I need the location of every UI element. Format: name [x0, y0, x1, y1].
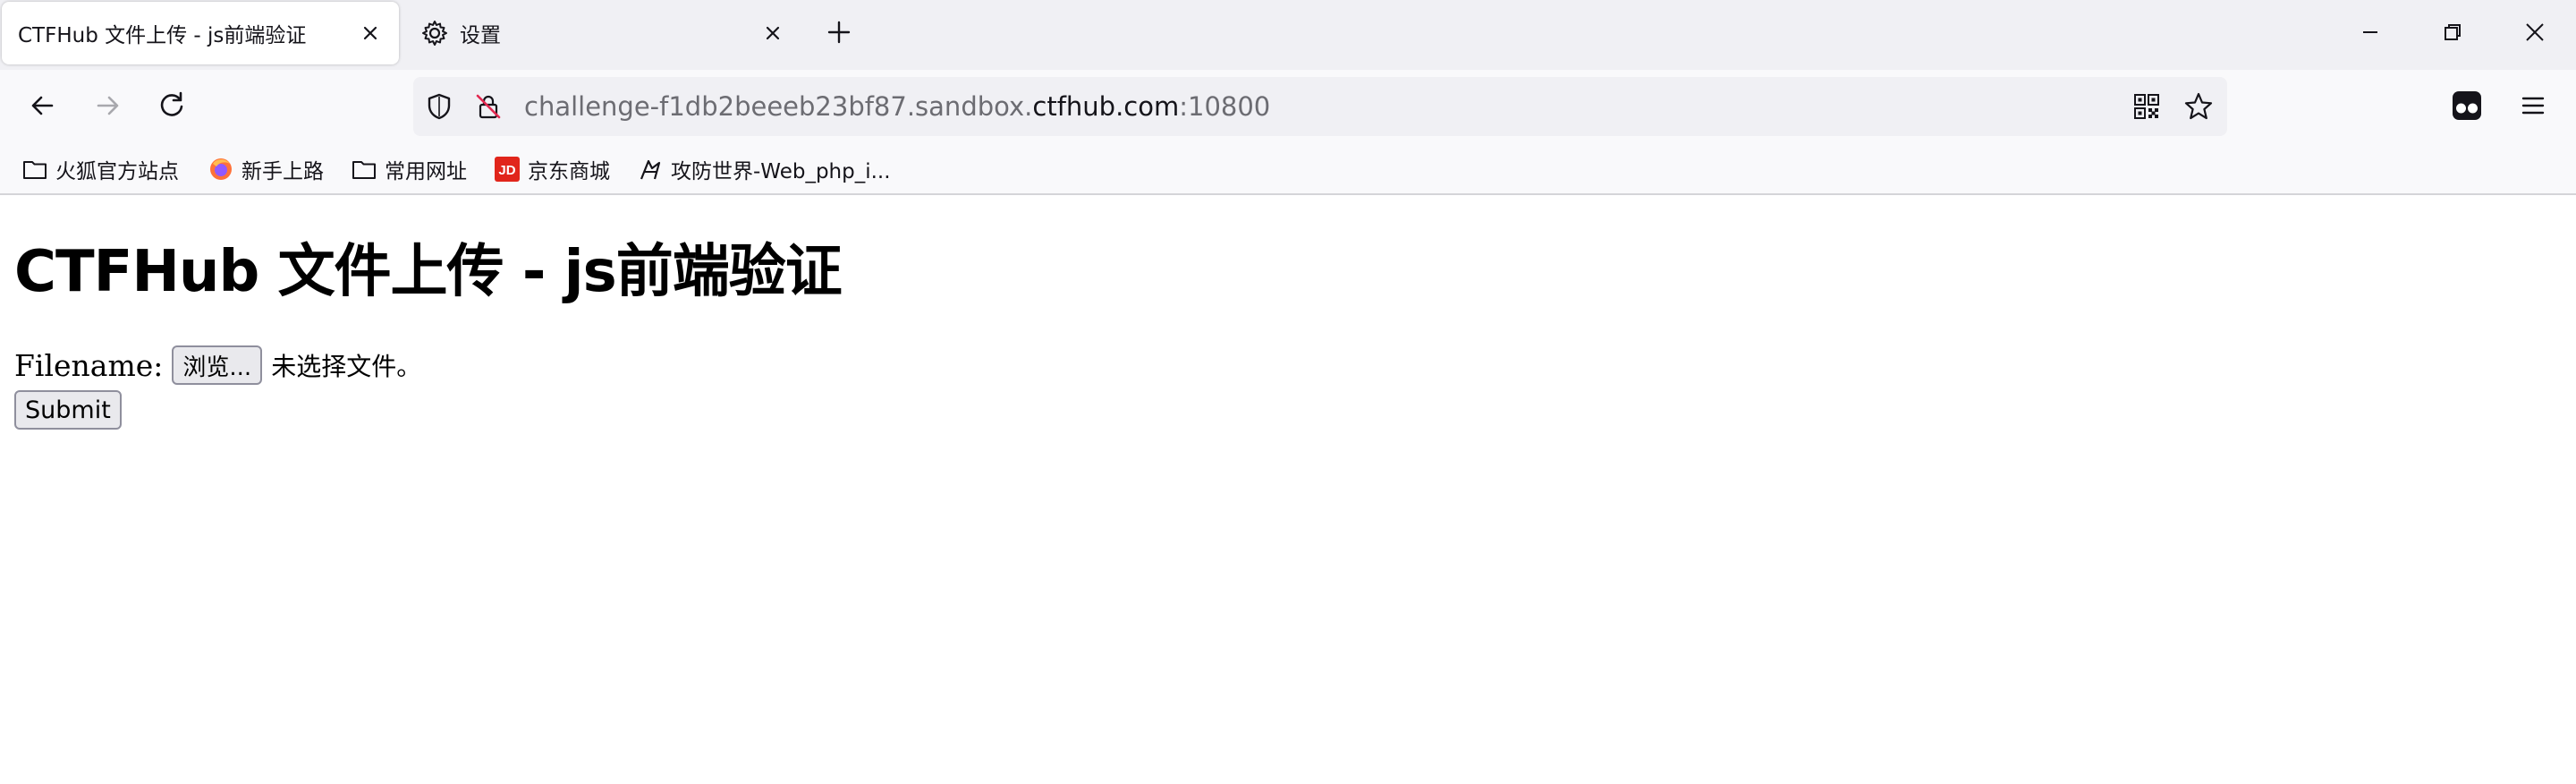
xctf-icon: [640, 159, 661, 180]
new-tab-icon[interactable]: [825, 18, 853, 47]
minimize-icon[interactable]: [2356, 18, 2385, 47]
url-port: :10800: [1179, 91, 1271, 122]
tab-ctfhub[interactable]: CTFHub 文件上传 - js前端验证: [2, 2, 399, 64]
url-domain: ctfhub.com: [1032, 91, 1180, 122]
bookmark-label: 火狐官方站点: [55, 160, 179, 183]
page-content: CTFHub 文件上传 - js前端验证 Filename: 浏览... 未选择…: [0, 195, 2576, 784]
browse-button[interactable]: 浏览...: [172, 345, 263, 385]
close-icon[interactable]: [760, 21, 785, 46]
svg-text:JD: JD: [498, 163, 515, 178]
jd-icon: JD: [495, 157, 520, 182]
submit-button[interactable]: Submit: [14, 390, 122, 430]
tampermonkey-extension-icon[interactable]: [2451, 89, 2483, 122]
restore-icon[interactable]: [2438, 18, 2467, 47]
bookmark-getting-started[interactable]: 新手上路: [208, 152, 324, 186]
bookmark-jd-mall[interactable]: JD 京东商城: [494, 152, 610, 186]
gear-icon: [422, 21, 447, 46]
bookmarks-toolbar: 火狐官方站点 新手上路 常用网址 JD 京东商城 攻防世界-Web_php_i.…: [0, 145, 2576, 195]
reload-icon[interactable]: [154, 88, 190, 124]
bookmark-star-icon[interactable]: [2182, 90, 2215, 123]
bookmark-label: 常用网址: [385, 160, 467, 183]
window-close-icon[interactable]: [2521, 18, 2549, 47]
tab-settings[interactable]: 设置: [406, 2, 785, 64]
close-icon[interactable]: [358, 21, 383, 46]
address-bar[interactable]: challenge-f1db2beeeb23bf87.sandbox.ctfhu…: [413, 77, 2227, 136]
folder-icon: [23, 161, 47, 179]
url-prefix: challenge-f1db2beeeb23bf87.sandbox.: [524, 91, 1033, 122]
url-text[interactable]: challenge-f1db2beeeb23bf87.sandbox.ctfhu…: [524, 89, 1270, 124]
filename-label: Filename:: [14, 347, 164, 383]
bookmark-common-sites[interactable]: 常用网址: [351, 152, 467, 186]
navigation-toolbar: challenge-f1db2beeeb23bf87.sandbox.ctfhu…: [0, 70, 2576, 145]
firefox-icon: [210, 158, 232, 180]
bookmark-label: 攻防世界-Web_php_i...: [671, 160, 891, 183]
forward-arrow-icon[interactable]: [89, 88, 125, 124]
bookmark-firefox-official[interactable]: 火狐官方站点: [21, 152, 179, 186]
tab-title: 设置: [460, 24, 501, 47]
qr-code-icon[interactable]: [2132, 92, 2161, 121]
insecure-lock-icon[interactable]: [474, 92, 503, 121]
tracking-shield-icon[interactable]: [424, 91, 454, 122]
page-heading: CTFHub 文件上传 - js前端验证: [14, 239, 843, 305]
no-file-selected-text: 未选择文件。: [271, 352, 422, 381]
hamburger-menu-icon[interactable]: [2515, 88, 2551, 124]
back-arrow-icon[interactable]: [25, 88, 61, 124]
folder-icon: [352, 161, 376, 179]
tab-strip: CTFHub 文件上传 - js前端验证 设置: [0, 0, 2576, 70]
bookmark-label: 新手上路: [242, 160, 324, 183]
bookmark-label: 京东商城: [528, 160, 610, 183]
filename-row: Filename: 浏览... 未选择文件。: [14, 345, 421, 385]
tab-title: CTFHub 文件上传 - js前端验证: [18, 24, 307, 47]
bookmark-xctf-web-php[interactable]: 攻防世界-Web_php_i...: [637, 152, 891, 186]
